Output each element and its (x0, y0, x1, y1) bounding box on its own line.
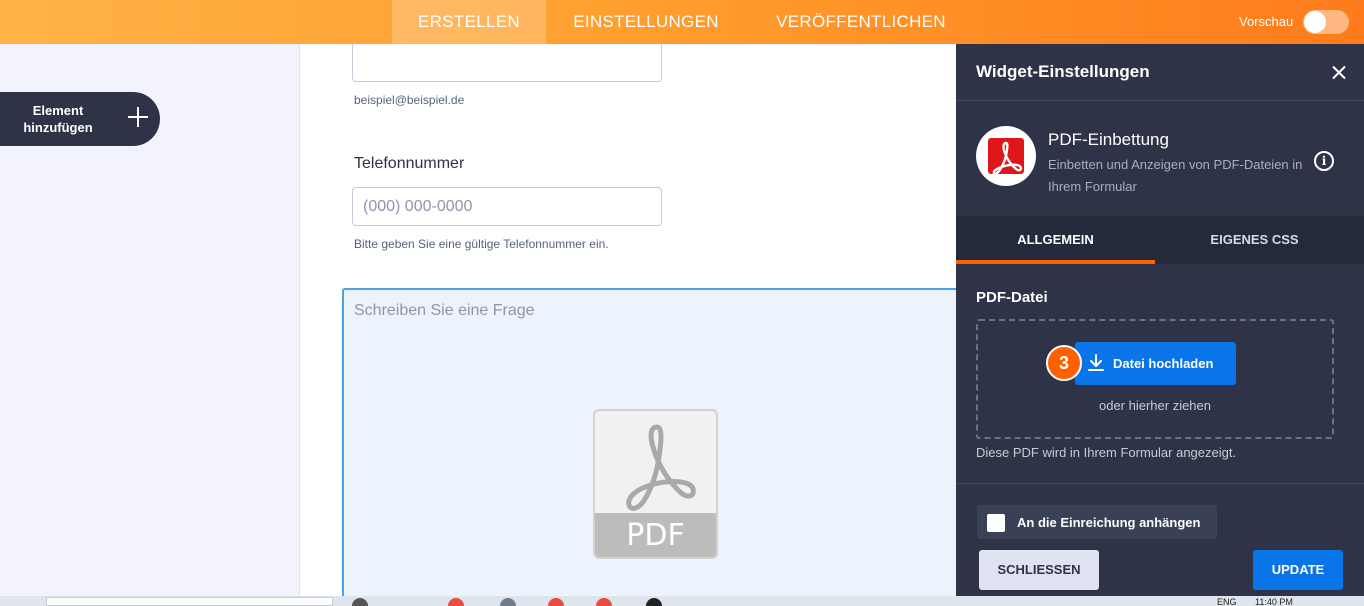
plus-icon (126, 105, 150, 129)
acrobat-logo-icon (992, 141, 1023, 175)
widget-settings-panel: Widget-Einstellungen PDF-Einbettung Einb… (956, 44, 1364, 596)
pdf-logo-square (988, 138, 1024, 175)
attach-to-submission-option[interactable]: An die Einreichung anhängen (977, 505, 1217, 539)
clock[interactable]: 11:40 PM (1255, 597, 1293, 606)
left-sidebar: Element hinzufügen (0, 44, 300, 596)
pdf-widget-icon (976, 126, 1036, 186)
toggle-knob (1304, 11, 1326, 33)
close-icon[interactable] (1329, 63, 1349, 83)
task-view-icon[interactable] (352, 598, 368, 606)
preview-toggle[interactable] (1303, 10, 1349, 34)
upload-button-label: Datei hochladen (1113, 356, 1214, 371)
tab-eigenes-css[interactable]: EIGENES CSS (1155, 216, 1354, 264)
top-navigation-bar: ERSTELLEN EINSTELLUNGEN VERÖFFENTLICHEN … (0, 0, 1364, 44)
preview-label: Vorschau (1239, 14, 1294, 29)
form-canvas: beispiel@beispiel.de Telefonnummer (000)… (300, 44, 956, 596)
app-icon[interactable] (448, 598, 464, 606)
tab-erstellen[interactable]: ERSTELLEN (392, 0, 546, 44)
phone-hint: Bitte geben Sie eine gültige Telefonnumm… (354, 237, 609, 251)
taskbar-search[interactable] (46, 597, 333, 606)
divider (956, 483, 1364, 484)
update-button[interactable]: UPDATE (1253, 550, 1343, 590)
question-placeholder[interactable]: Schreiben Sie eine Frage (354, 302, 535, 320)
tab-einstellungen[interactable]: EINSTELLUNGEN (560, 0, 732, 44)
panel-tabs: ALLGEMEIN EIGENES CSS (956, 216, 1364, 264)
email-hint: beispiel@beispiel.de (354, 93, 465, 107)
pdf-placeholder-image: PDF (593, 409, 718, 559)
widget-description: Einbetten und Anzeigen von PDF-Dateien i… (1048, 157, 1303, 194)
pdf-file-label: PDF-Datei (976, 289, 1048, 306)
upload-file-button[interactable]: Datei hochladen (1075, 342, 1236, 385)
attach-label: An die Einreichung anhängen (1017, 515, 1201, 530)
divider (956, 100, 1364, 101)
app-icon[interactable] (548, 598, 564, 606)
pdf-embed-question[interactable]: Schreiben Sie eine Frage PDF (342, 288, 956, 596)
step-badge: 3 (1046, 345, 1082, 381)
add-element-label: Element hinzufügen (23, 103, 93, 135)
pdf-text: PDF (595, 513, 716, 557)
app-icon[interactable] (596, 598, 612, 606)
drag-hint: oder hierher ziehen (1098, 398, 1212, 413)
info-icon[interactable]: i (1314, 151, 1334, 171)
language-indicator[interactable]: ENG (1217, 597, 1237, 606)
download-icon (1088, 354, 1104, 371)
close-button[interactable]: SCHLIESSEN (979, 550, 1099, 590)
os-taskbar: ENG 11:40 PM (0, 596, 1364, 606)
panel-title: Widget-Einstellungen (976, 62, 1150, 81)
acrobat-icon (626, 424, 696, 511)
tab-allgemein[interactable]: ALLGEMEIN (956, 216, 1155, 264)
pdf-dropzone[interactable]: Datei hochladen 3 oder hierher ziehen (976, 319, 1334, 439)
app-icon[interactable] (500, 598, 516, 606)
phone-field[interactable]: (000) 000-0000 (352, 187, 662, 226)
attach-checkbox[interactable] (987, 514, 1005, 532)
app-icon[interactable] (646, 598, 662, 606)
email-field[interactable] (352, 44, 662, 82)
pdf-field-help: Diese PDF wird in Ihrem Formular angezei… (976, 445, 1237, 460)
widget-name: PDF-Einbettung (1048, 130, 1169, 149)
add-element-button[interactable]: Element hinzufügen (0, 92, 160, 146)
phone-label: Telefonnummer (354, 155, 465, 172)
tab-veroeffentlichen[interactable]: VERÖFFENTLICHEN (762, 0, 960, 44)
